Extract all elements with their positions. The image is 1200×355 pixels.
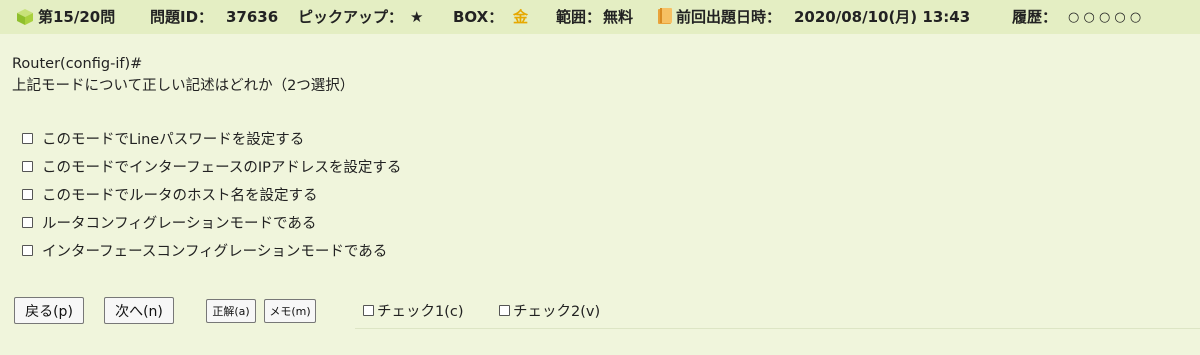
question-id-label: 問題ID： — [150, 8, 214, 26]
choice-checkbox[interactable] — [22, 188, 33, 200]
history-label: 履歴： — [1012, 8, 1058, 26]
pickup-label: ピックアップ： — [298, 8, 404, 26]
choice-label: インターフェースコンフィグレーションモードである — [42, 243, 388, 260]
choice-3[interactable]: このモードでルータのホスト名を設定する — [22, 180, 401, 208]
divider — [355, 328, 1200, 329]
next-button[interactable]: 次へ(n) — [104, 297, 174, 324]
check1-checkbox[interactable] — [363, 304, 374, 316]
box-label: BOX： — [453, 8, 504, 26]
choice-4[interactable]: ルータコンフィグレーションモードである — [22, 208, 401, 236]
choice-label: このモードでインターフェースのIPアドレスを設定する — [42, 159, 402, 176]
last-date-label: 前回出題日時： — [676, 8, 782, 26]
choice-checkbox[interactable] — [22, 132, 33, 144]
choice-label: このモードでLineパスワードを設定する — [42, 131, 305, 148]
choice-checkbox[interactable] — [22, 244, 33, 256]
check2-checkbox[interactable] — [499, 304, 510, 316]
check2-label: チェック2(v) — [513, 303, 601, 320]
choice-list: このモードでLineパスワードを設定する このモードでインターフェースのIPアド… — [22, 124, 401, 264]
answer-button[interactable]: 正解(a) — [206, 299, 256, 323]
check1-toggle[interactable]: チェック1(c) — [363, 297, 464, 323]
last-date-value: 2020/08/10(月) 13:43 — [794, 8, 971, 26]
scope-value: 無料 — [603, 8, 634, 26]
choice-label: このモードでルータのホスト名を設定する — [42, 187, 318, 204]
prompt-line: Router(config-if)# — [12, 56, 143, 72]
pickup-star: ★ — [410, 8, 424, 26]
back-button[interactable]: 戻る(p) — [14, 297, 84, 324]
scope-label: 範囲： — [556, 8, 602, 26]
question-body: Router(config-if)# 上記モードについて正しい記述はどれか（2つ… — [12, 56, 354, 100]
question-id: 37636 — [226, 8, 279, 26]
check1-label: チェック1(c) — [377, 303, 464, 320]
choice-label: ルータコンフィグレーションモードである — [42, 215, 317, 232]
question-text: 上記モードについて正しい記述はどれか（2つ選択） — [12, 78, 355, 94]
choice-5[interactable]: インターフェースコンフィグレーションモードである — [22, 236, 401, 264]
choice-checkbox[interactable] — [22, 160, 33, 172]
book-icon — [658, 8, 672, 24]
choice-checkbox[interactable] — [22, 216, 33, 228]
cube-icon — [17, 9, 33, 25]
check2-toggle[interactable]: チェック2(v) — [499, 297, 600, 323]
box-value: 金 — [513, 8, 529, 26]
question-number: 第15/20問 — [38, 8, 116, 26]
question-header: 第15/20問 問題ID： 37636 ピックアップ： ★ BOX： 金 範囲：… — [0, 0, 1200, 34]
choice-2[interactable]: このモードでインターフェースのIPアドレスを設定する — [22, 152, 401, 180]
history-marks: ○ ○ ○ ○ ○ — [1068, 10, 1142, 25]
choice-1[interactable]: このモードでLineパスワードを設定する — [22, 124, 401, 152]
memo-button[interactable]: メモ(m) — [264, 299, 316, 323]
